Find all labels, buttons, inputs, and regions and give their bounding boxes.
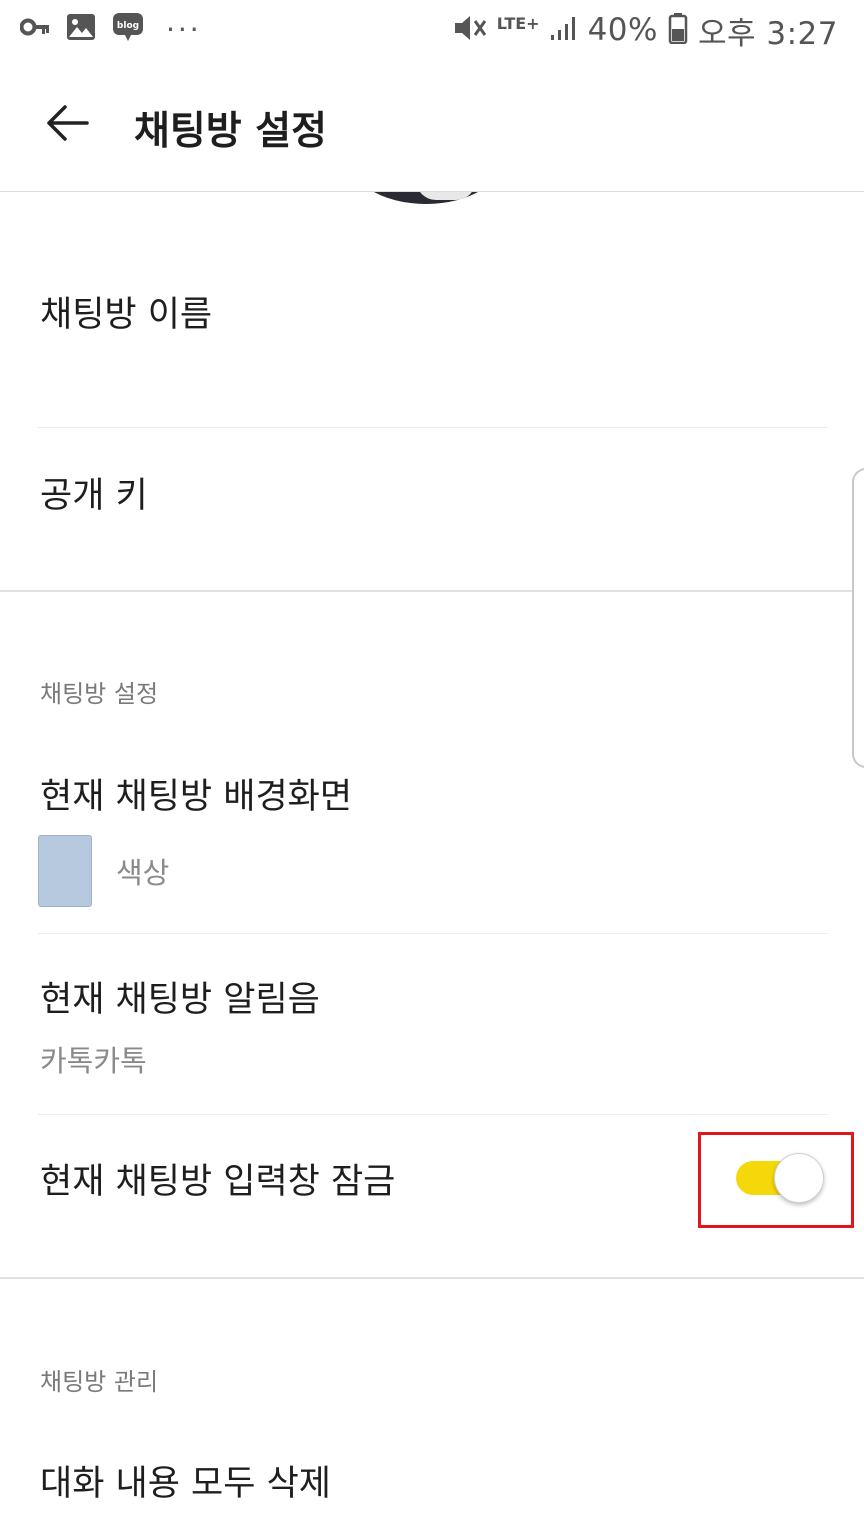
app-header: 채팅방 설정: [0, 60, 864, 192]
section-divider: [0, 1277, 864, 1279]
section-label-chat-settings: 채팅방 설정: [40, 680, 159, 708]
battery-percent: 40%: [587, 12, 658, 48]
divider: [38, 933, 828, 934]
toggle-knob: [774, 1153, 824, 1203]
section-divider: [0, 590, 864, 592]
screen: blog ··· LTE+ 40% 오후 3:27 채팅방 설정 채팅방 이름 …: [0, 0, 864, 1536]
status-bar: blog ··· LTE+ 40% 오후 3:27: [0, 0, 864, 60]
mute-icon: [453, 13, 487, 47]
signal-icon: [550, 15, 578, 45]
room-name-item[interactable]: 채팅방 이름: [40, 286, 212, 337]
notification-sound-item[interactable]: 현재 채팅방 알림음: [40, 971, 320, 1022]
background-color-swatch: [38, 835, 92, 907]
edge-panel-handle[interactable]: [852, 468, 864, 768]
network-type: LTE+: [496, 14, 540, 33]
divider: [38, 1114, 828, 1115]
more-dots-icon: ···: [166, 12, 202, 46]
delete-all-messages-item[interactable]: 대화 내용 모두 삭제: [40, 1455, 331, 1506]
input-lock-toggle[interactable]: [736, 1152, 826, 1204]
section-label-management: 채팅방 관리: [40, 1368, 159, 1396]
svg-text:blog: blog: [117, 21, 139, 31]
public-key-item[interactable]: 공개 키: [40, 467, 148, 518]
background-value: 색상: [116, 856, 170, 890]
input-lock-item: 현재 채팅방 입력창 잠금: [40, 1162, 396, 1202]
arrow-left-icon: [45, 103, 89, 147]
back-button[interactable]: [32, 90, 102, 160]
battery-icon: [668, 12, 688, 48]
divider: [38, 427, 828, 428]
image-icon: [66, 13, 96, 45]
page-title: 채팅방 설정: [134, 109, 327, 154]
status-bar-right: LTE+ 40% 오후 3:27: [453, 10, 838, 52]
notification-sound-value: 카톡카톡: [40, 1044, 147, 1078]
status-bar-left: blog ···: [19, 12, 202, 46]
background-setting-item[interactable]: 현재 채팅방 배경화면: [40, 768, 352, 819]
clock: 오후 3:27: [697, 15, 838, 52]
key-icon: [19, 17, 50, 41]
blog-icon: blog: [112, 12, 144, 46]
